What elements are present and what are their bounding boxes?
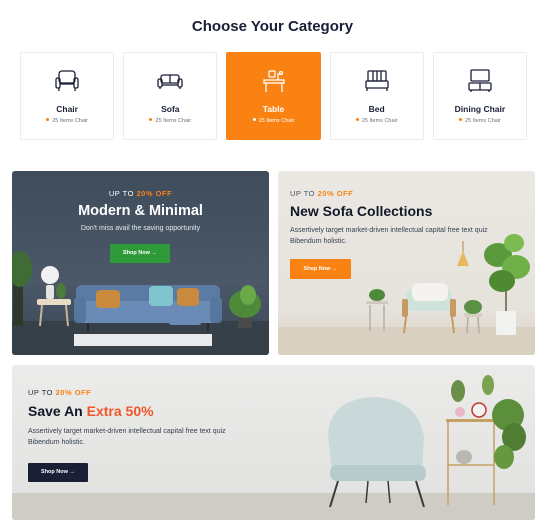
- banner-subtitle: Assertively target market-driven intelle…: [290, 227, 488, 245]
- armchair-icon: [55, 70, 79, 91]
- category-name: Table: [262, 104, 285, 114]
- banner-subtitle: Don't miss avail the saving opportunity: [80, 225, 201, 232]
- tv-stand-icon: [468, 69, 492, 92]
- sofa-icon: [157, 74, 183, 89]
- category-card-sofa[interactable]: Sofa 25 Items Chair: [123, 52, 218, 140]
- category-name: Sofa: [161, 104, 180, 114]
- banner-title: New Sofa Collections: [290, 203, 433, 219]
- category-card-chair[interactable]: Chair 25 Items Chair: [20, 52, 115, 140]
- category-count: 25 Items Chair: [21, 118, 113, 124]
- category-name: Chair: [56, 104, 78, 114]
- living-room-illustration: [12, 251, 269, 355]
- banner-title: Modern & Minimal: [78, 203, 203, 219]
- banner-tag: UP TO 20% OFF: [28, 388, 92, 397]
- banner-subtitle: Assertively target market-driven intelle…: [28, 428, 226, 446]
- banner-title: Save An Extra 50%: [28, 403, 154, 419]
- category-card-table[interactable]: Table 25 Items Chair: [226, 52, 321, 140]
- banner-tag: UP TO 20% OFF: [290, 189, 354, 198]
- banner-new-sofa[interactable]: UP TO 20% OFF New Sofa Collections Asser…: [278, 171, 535, 355]
- banner-tag: UP TO 20% OFF: [108, 189, 173, 198]
- bed-icon: [365, 70, 389, 91]
- banner-extra-discount[interactable]: UP TO 20% OFF Save An Extra 50% Assertiv…: [12, 365, 535, 520]
- category-list: Chair 25 Items Chair Sofa 25 Items Chair…: [20, 52, 528, 140]
- shop-now-button[interactable]: Shop Now →: [110, 244, 170, 263]
- category-count: 25 Items Chair: [227, 118, 319, 124]
- category-count: 25 Items Chair: [124, 118, 216, 124]
- shop-now-button[interactable]: Shop Now →: [290, 259, 351, 279]
- table-icon: [262, 70, 285, 92]
- section-title: Choose Your Category: [191, 18, 354, 35]
- category-name: Dining Chair: [454, 104, 506, 114]
- banner-modern-minimal[interactable]: UP TO 20% OFF Modern & Minimal Don't mis…: [12, 171, 269, 355]
- category-card-bed[interactable]: Bed 25 Items Chair: [329, 52, 424, 140]
- category-name: Bed: [368, 104, 385, 114]
- shop-now-button[interactable]: Shop Now →: [28, 463, 88, 482]
- category-count: 25 Items Chair: [434, 118, 526, 124]
- category-card-dining-chair[interactable]: Dining Chair 25 Items Chair: [432, 52, 528, 140]
- category-count: 25 Items Chair: [331, 118, 423, 124]
